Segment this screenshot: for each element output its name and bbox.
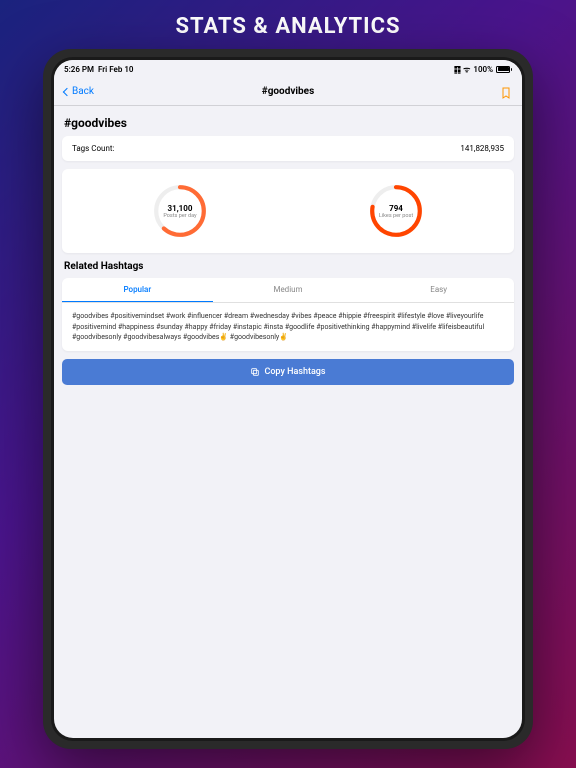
back-button[interactable]: Back [64, 86, 94, 97]
tags-count-value: 141,828,935 [460, 144, 504, 153]
gauge1-value: 31,100 [168, 204, 193, 213]
back-label: Back [72, 86, 94, 97]
copy-label: Copy Hashtags [264, 367, 325, 377]
tab-medium[interactable]: Medium [213, 278, 364, 302]
ipad-frame: 5:26 PM Fri Feb 10 ䷖ ᯤ 100% Back #goodvi… [43, 49, 533, 749]
hashtags-text: #goodvibes #positivemindset #work #influ… [62, 303, 514, 351]
copy-icon [250, 367, 260, 377]
copy-hashtags-button[interactable]: Copy Hashtags [62, 359, 514, 385]
gauge1-label: Posts per day [163, 213, 196, 219]
bookmark-icon [500, 86, 512, 100]
tags-count-label: Tags Count: [72, 144, 114, 153]
related-card: Popular Medium Easy #goodvibes #positive… [62, 278, 514, 351]
chevron-left-icon [63, 87, 71, 95]
tabs-row: Popular Medium Easy [62, 278, 514, 303]
battery-pct: 100% [473, 65, 493, 74]
bookmark-button[interactable] [500, 85, 512, 99]
screen: 5:26 PM Fri Feb 10 ䷖ ᯤ 100% Back #goodvi… [54, 60, 522, 738]
page-heading: #goodvibes [64, 116, 514, 130]
ipad-bezel: 5:26 PM Fri Feb 10 ䷖ ᯤ 100% Back #goodvi… [51, 57, 525, 741]
tab-easy[interactable]: Easy [363, 278, 514, 302]
gauge-posts-per-day: 31,100 Posts per day [152, 183, 208, 239]
gauge-likes-per-post: 794 Likes per post [368, 183, 424, 239]
nav-bar: Back #goodvibes [54, 78, 522, 106]
gauges-card: 31,100 Posts per day 794 Likes per post [62, 169, 514, 253]
gauge2-label: Likes per post [379, 213, 413, 219]
tags-count-card: Tags Count: 141,828,935 [62, 136, 514, 161]
battery-icon [496, 66, 512, 73]
related-title: Related Hashtags [64, 261, 514, 272]
content-area: #goodvibes Tags Count: 141,828,935 31,10… [54, 106, 522, 738]
status-left: 5:26 PM Fri Feb 10 [64, 65, 134, 74]
banner-title: STATS & ANALYTICS [175, 14, 400, 39]
gauge2-value: 794 [389, 204, 403, 213]
tab-popular[interactable]: Popular [62, 278, 213, 302]
status-bar: 5:26 PM Fri Feb 10 ䷖ ᯤ 100% [54, 60, 522, 78]
status-right: ䷖ ᯤ 100% [454, 64, 512, 75]
nav-title: #goodvibes [262, 86, 314, 97]
wifi-icon: ䷖ ᯤ [454, 64, 470, 75]
